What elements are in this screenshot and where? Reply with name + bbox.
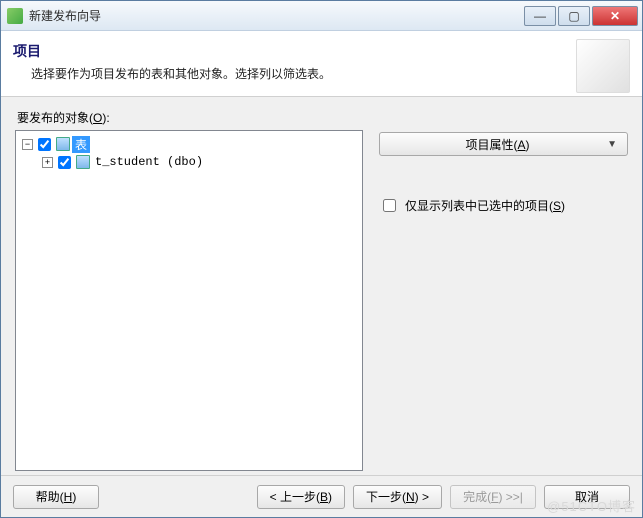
table-group-icon	[56, 137, 70, 151]
table-item-checkbox[interactable]	[58, 156, 71, 169]
only-selected-label: 仅显示列表中已选中的项目(S)	[405, 197, 565, 214]
page-subtitle: 选择要作为项目发布的表和其他对象。选择列以筛选表。	[31, 65, 576, 82]
dialog-window: 新建发布向导 — ▢ ✕ 项目 选择要作为项目发布的表和其他对象。选择列以筛选表…	[0, 0, 643, 518]
wizard-footer: 帮助(H) < 上一步(B) 下一步(N) > 完成(F) >>| 取消	[1, 475, 642, 517]
next-button[interactable]: 下一步(N) >	[353, 485, 442, 509]
only-selected-checkbox[interactable]	[383, 199, 396, 212]
minimize-button[interactable]: —	[524, 6, 556, 26]
chevron-down-icon: ▼	[607, 139, 617, 150]
tree-node-table-item[interactable]: + t_student (dbo)	[20, 153, 358, 171]
wizard-header: 项目 选择要作为项目发布的表和其他对象。选择列以筛选表。	[1, 31, 642, 97]
app-icon	[7, 8, 23, 24]
expand-icon[interactable]: +	[42, 157, 53, 168]
tables-checkbox[interactable]	[38, 138, 51, 151]
close-button[interactable]: ✕	[592, 6, 638, 26]
content-area: 要发布的对象(O): − 表 + t_student (dbo)	[1, 97, 642, 475]
item-properties-button[interactable]: 项目属性(A) ▼	[379, 132, 628, 156]
page-title: 项目	[13, 41, 576, 61]
table-icon	[76, 155, 90, 169]
objects-label: 要发布的对象(O):	[17, 109, 628, 126]
cancel-button[interactable]: 取消	[544, 485, 630, 509]
maximize-button[interactable]: ▢	[558, 6, 590, 26]
window-title: 新建发布向导	[29, 7, 524, 24]
objects-tree[interactable]: − 表 + t_student (dbo)	[15, 130, 363, 471]
only-selected-checkbox-row[interactable]: 仅显示列表中已选中的项目(S)	[379, 196, 628, 215]
tree-node-tables[interactable]: − 表	[20, 135, 358, 153]
window-controls: — ▢ ✕	[524, 6, 638, 26]
finish-button: 完成(F) >>|	[450, 485, 536, 509]
collapse-icon[interactable]: −	[22, 139, 33, 150]
tree-node-label[interactable]: 表	[72, 136, 90, 153]
titlebar[interactable]: 新建发布向导 — ▢ ✕	[1, 1, 642, 31]
wizard-banner-icon	[576, 39, 630, 93]
back-button[interactable]: < 上一步(B)	[257, 485, 345, 509]
help-button[interactable]: 帮助(H)	[13, 485, 99, 509]
tree-node-label[interactable]: t_student (dbo)	[92, 155, 206, 169]
side-panel: 项目属性(A) ▼ 仅显示列表中已选中的项目(S)	[379, 130, 628, 471]
